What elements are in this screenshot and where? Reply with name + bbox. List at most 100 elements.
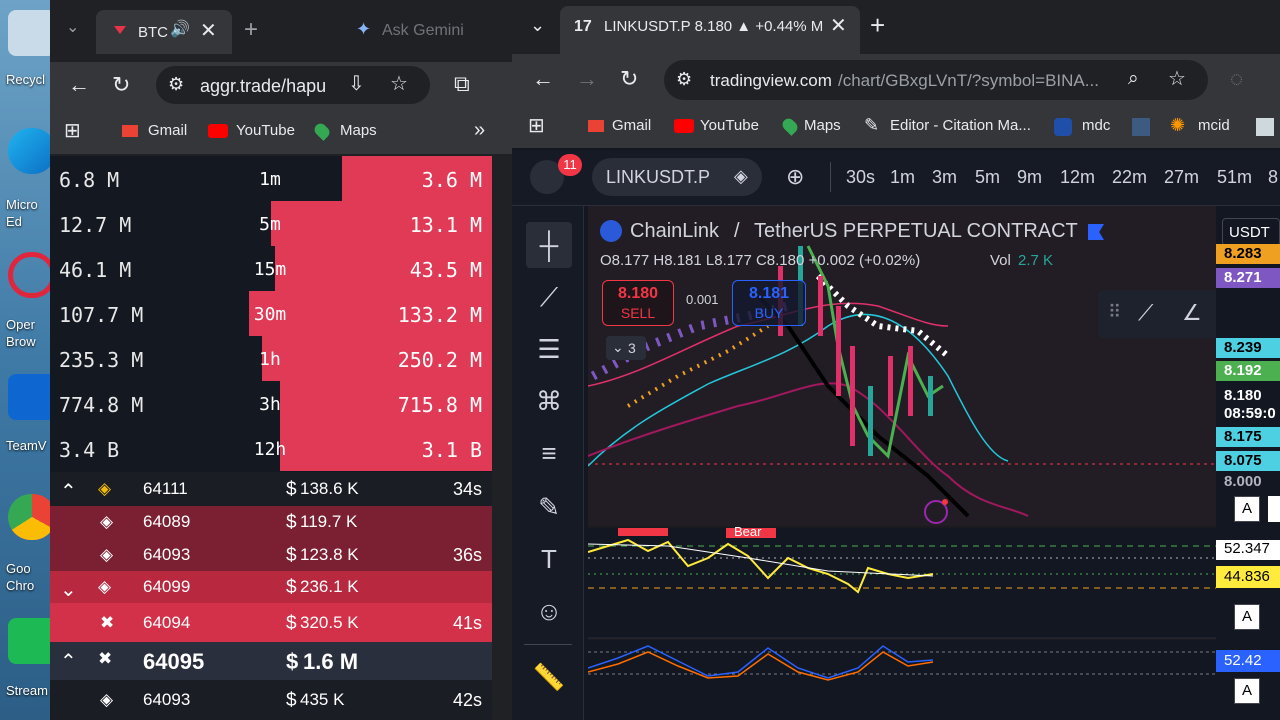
ask-gemini-button[interactable]: Ask Gemini xyxy=(382,22,464,40)
currency-label: USDT xyxy=(1229,224,1270,241)
ruler-icon[interactable]: 📏 xyxy=(526,654,572,700)
chevron-down-icon[interactable]: ⌄ xyxy=(60,577,77,602)
price-scale-label: 8.075 xyxy=(1216,451,1280,471)
symbol-search[interactable]: LINKUSDT.P ◈ xyxy=(592,158,762,196)
sell-button[interactable]: 8.180 SELL xyxy=(602,280,674,326)
trade-row: ◈ 64089 $119.7 K xyxy=(50,506,492,538)
timeframe-22m[interactable]: 22m xyxy=(1112,167,1147,188)
timeframe-more[interactable]: 8 xyxy=(1268,167,1278,188)
streamlabs-icon[interactable] xyxy=(8,618,56,664)
log-scale-button[interactable] xyxy=(1268,496,1280,522)
timeframe-27m[interactable]: 27m xyxy=(1164,167,1199,188)
edge-icon[interactable] xyxy=(8,128,56,174)
compare-icon[interactable]: ◈ xyxy=(734,167,748,185)
chevron-up-icon[interactable]: ⌃ xyxy=(60,649,77,674)
timeframe-3m[interactable]: 3m xyxy=(932,167,957,188)
bear-label: Bear xyxy=(734,524,762,539)
currency-selector[interactable]: USDT xyxy=(1222,218,1280,246)
bookmark-editor[interactable]: Editor - Citation Ma... xyxy=(890,117,1031,134)
trendline-icon[interactable]: ⟋ xyxy=(526,274,572,320)
emoji-icon[interactable]: ☺ xyxy=(526,588,572,634)
bookmark-gmail[interactable]: Gmail xyxy=(612,117,651,134)
okx-icon: ✖ xyxy=(98,649,113,668)
bookmark-mcid[interactable]: mcid xyxy=(1198,117,1230,134)
teamviewer-icon[interactable] xyxy=(8,374,56,420)
apps-grid-icon[interactable]: ⊞ xyxy=(64,121,81,141)
bookmark-youtube[interactable]: YouTube xyxy=(700,117,759,134)
new-tab-button[interactable]: + xyxy=(870,12,885,38)
opera-icon[interactable] xyxy=(8,252,56,298)
install-icon[interactable]: ⇩ xyxy=(348,74,365,94)
auto-scale-button[interactable]: A xyxy=(1234,678,1260,704)
timeframe-51m[interactable]: 51m xyxy=(1217,167,1252,188)
timeframe-5m[interactable]: 5m xyxy=(975,167,1000,188)
recycle-bin-icon[interactable] xyxy=(8,10,56,56)
site-info-icon[interactable]: ⚙ xyxy=(676,70,692,88)
back-icon[interactable]: ← xyxy=(532,68,554,90)
site-info-icon[interactable]: ⚙ xyxy=(168,75,184,93)
buy-button[interactable]: 8.181 BUY xyxy=(732,280,806,326)
crosshair-icon[interactable]: ┼ xyxy=(526,222,572,268)
bookmark-youtube[interactable]: YouTube xyxy=(236,122,295,139)
close-tab-icon[interactable]: ✕ xyxy=(830,16,847,36)
bookmark-maps[interactable]: Maps xyxy=(340,122,377,139)
chart-title-separator: / xyxy=(734,220,740,242)
tab-btc[interactable]: BTC 🔊 ✕ xyxy=(96,10,232,54)
price-scale-label: 8.175 xyxy=(1216,427,1280,447)
reload-icon[interactable]: ↻ xyxy=(112,74,130,96)
brush-icon[interactable]: ✎ xyxy=(526,484,572,530)
sync-icon[interactable]: ◌ xyxy=(1230,68,1243,90)
apps-grid-icon[interactable]: ⊞ xyxy=(528,116,545,136)
tab-favicon-icon xyxy=(114,26,126,34)
address-bar[interactable]: ⚙ aggr.trade/hapu ⇩ ☆ xyxy=(156,66,430,104)
bookmark-mdc[interactable]: mdc xyxy=(1082,117,1110,134)
chart-top-toolbar: 11 LINKUSDT.P ◈ ⊕ 30s 1m 3m 5m 9m 12m 22… xyxy=(512,150,1280,206)
timeframe-30s[interactable]: 30s xyxy=(846,167,875,188)
drag-handle-icon[interactable]: ⠿ xyxy=(1108,302,1121,323)
text-icon[interactable]: T xyxy=(526,536,572,582)
ray-icon[interactable]: ⟋ xyxy=(1138,300,1153,326)
scrollbar-track[interactable] xyxy=(492,472,512,720)
reload-icon[interactable]: ↻ xyxy=(620,68,638,90)
auto-scale-button[interactable]: A xyxy=(1234,604,1260,630)
tab-title: BTC xyxy=(138,24,168,41)
desktop-label: Stream xyxy=(6,683,48,698)
close-tab-icon[interactable]: ✕ xyxy=(200,21,217,41)
bookmark-gmail[interactable]: Gmail xyxy=(148,122,187,139)
price-chart[interactable]: Bear ChainLink / TetherUS PERPETUAL CONT… xyxy=(588,206,1228,720)
tab-tradingview[interactable]: 17 LINKUSDT.P 8.180 ▲ +0.44% M ✕ xyxy=(560,6,860,54)
timeframe-1m[interactable]: 1m xyxy=(890,167,915,188)
desktop-label: Recycl xyxy=(6,72,46,87)
chrome-icon[interactable] xyxy=(8,494,56,540)
chevron-up-icon[interactable]: ⌃ xyxy=(60,479,77,504)
auto-scale-button[interactable]: A xyxy=(1234,496,1260,522)
add-symbol-icon[interactable]: ⊕ xyxy=(786,166,804,188)
collapse-indicators-button[interactable]: ⌄ 3 xyxy=(606,336,646,360)
sell-volume: 715.8 M xyxy=(397,393,482,417)
new-tab-button[interactable]: + xyxy=(244,18,258,42)
angle-icon[interactable]: ∠ xyxy=(1182,300,1202,326)
timeframe-12m[interactable]: 12m xyxy=(1060,167,1095,188)
fib-icon[interactable]: ≡ xyxy=(526,430,572,476)
tradingview-favicon-icon: 17 xyxy=(574,18,592,35)
zoom-icon[interactable]: ⌕ xyxy=(1128,69,1139,88)
bookmark-star-icon[interactable]: ☆ xyxy=(1168,69,1186,89)
more-bookmarks-icon[interactable]: » xyxy=(474,120,485,140)
tab-list-icon[interactable]: ⌄ xyxy=(530,16,545,34)
osc-value-white: 52.347 xyxy=(1216,540,1280,560)
audio-icon[interactable]: 🔊 xyxy=(170,22,190,38)
timeframe-9m[interactable]: 9m xyxy=(1017,167,1042,188)
horizontal-lines-icon[interactable]: ☰ xyxy=(526,326,572,372)
bookmark-maps[interactable]: Maps xyxy=(804,117,841,134)
pattern-icon[interactable]: ⌘ xyxy=(526,378,572,424)
bookmark-star-icon[interactable]: ☆ xyxy=(390,74,408,94)
forward-icon[interactable]: → xyxy=(576,68,598,90)
notification-badge: 11 xyxy=(558,154,582,176)
address-bar[interactable]: ⚙ tradingview.com /chart/GBxgLVnT/?symbo… xyxy=(664,60,1208,100)
price-scale-label: 8.000 xyxy=(1216,472,1280,492)
extensions-icon[interactable]: ⧉ xyxy=(454,73,470,95)
trade-age: 34s xyxy=(452,479,482,499)
tab-list-icon[interactable]: ⌄ xyxy=(66,20,79,36)
back-icon[interactable]: ← xyxy=(68,74,90,96)
sell-volume: 250.2 M xyxy=(397,348,482,372)
